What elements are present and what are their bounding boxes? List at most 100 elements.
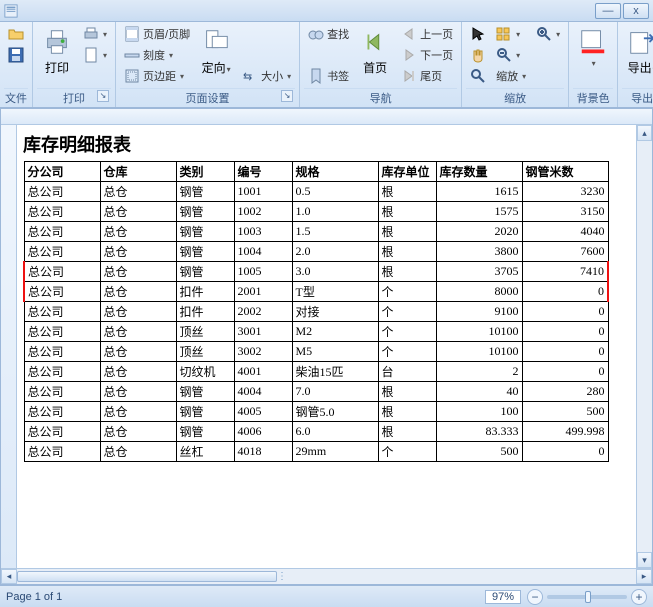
scale-button[interactable]: 刻度▾: [120, 45, 194, 65]
horizontal-scrollbar[interactable]: ◂ ⋮ ▸: [1, 568, 652, 584]
cell: 4005: [234, 402, 292, 422]
col-header: 仓库: [100, 162, 176, 182]
zoom-dropdown[interactable]: 缩放▾: [492, 66, 530, 86]
scroll-left-icon[interactable]: ◂: [1, 569, 17, 584]
cell: 总仓: [100, 282, 176, 302]
zoom-out-button[interactable]: ▾: [492, 45, 530, 65]
minimize-button[interactable]: —: [595, 3, 621, 19]
pointer-icon: [470, 26, 486, 42]
cell: 4004: [234, 382, 292, 402]
magnifier-icon: [470, 68, 486, 84]
cell: 根: [378, 422, 436, 442]
close-button[interactable]: x: [623, 3, 649, 19]
cell: 499.998: [522, 422, 608, 442]
scroll-right-icon[interactable]: ▸: [636, 569, 652, 584]
group-pagesetup: 页眉/页脚 刻度▾ 页边距▾ 定向▾ x x ⇆大小▾ 页面设置↘: [116, 22, 300, 107]
cell: 个: [378, 282, 436, 302]
cell: 总公司: [24, 222, 100, 242]
bgcolor-button[interactable]: ▾: [573, 24, 613, 71]
export-button[interactable]: 导出▾: [622, 24, 653, 79]
zoom-slider[interactable]: [547, 595, 627, 599]
size-icon: ⇆: [242, 68, 258, 84]
cell: 7600: [522, 242, 608, 262]
orientation-button[interactable]: 定向▾: [196, 24, 236, 79]
cell: 总公司: [24, 242, 100, 262]
cell: 对接: [292, 302, 378, 322]
dialog-launcher[interactable]: ↘: [281, 90, 293, 102]
print-opts-button[interactable]: ▾: [79, 45, 111, 65]
cell: 总公司: [24, 342, 100, 362]
orientation-icon: [201, 27, 231, 57]
cell: 4040: [522, 222, 608, 242]
table-row: 总公司总仓顶丝3002M5个101000: [24, 342, 608, 362]
first-page-button[interactable]: 首页: [355, 24, 395, 79]
group-export-label: 导出: [631, 93, 653, 105]
group-zoom-label: 缩放: [504, 93, 526, 105]
magnifier-tool-button[interactable]: [466, 66, 490, 86]
cell: 总仓: [100, 362, 176, 382]
cell: 钢管: [176, 402, 234, 422]
group-print-label: 打印: [63, 93, 85, 105]
table-row: 总公司总仓扣件2001T型个80000: [24, 282, 608, 302]
titlebar: — x: [0, 0, 653, 22]
open-button[interactable]: [4, 24, 28, 44]
vertical-scrollbar[interactable]: ▴ ▾: [636, 125, 652, 568]
many-pages-button[interactable]: ▾: [492, 24, 530, 44]
scroll-down-icon[interactable]: ▾: [637, 552, 652, 568]
cell: 钢管: [176, 382, 234, 402]
cell: 2020: [436, 222, 522, 242]
cell: 7410: [522, 262, 608, 282]
zoom-slider-thumb[interactable]: [585, 591, 591, 603]
cell: 根: [378, 382, 436, 402]
cell: 总公司: [24, 362, 100, 382]
cell: 顶丝: [176, 342, 234, 362]
next-page-button[interactable]: 下一页: [397, 45, 457, 65]
cell: 500: [436, 442, 522, 462]
cell: 总仓: [100, 442, 176, 462]
pointer-tool-button[interactable]: [466, 24, 490, 44]
save-button[interactable]: [4, 45, 28, 65]
cell: 500: [522, 402, 608, 422]
cell: 总公司: [24, 302, 100, 322]
ruler-left: [1, 125, 17, 568]
document-viewport[interactable]: 库存明细报表 分公司仓库类别编号规格库存单位库存数量钢管米数总公司总仓钢管100…: [17, 125, 636, 568]
quick-print-button[interactable]: ▾: [79, 24, 111, 44]
cell: 钢管: [176, 422, 234, 442]
margin-button[interactable]: 页边距▾: [120, 66, 194, 86]
export-icon: [627, 27, 653, 57]
scroll-up-icon[interactable]: ▴: [637, 125, 652, 141]
cell: 0: [522, 282, 608, 302]
size-button[interactable]: ⇆大小▾: [238, 66, 295, 86]
cell: 钢管: [176, 202, 234, 222]
print-button[interactable]: 打印: [37, 24, 77, 79]
last-page-button[interactable]: 尾页: [397, 66, 457, 86]
hand-tool-button[interactable]: [466, 45, 490, 65]
zoom-minus-button[interactable]: −: [527, 589, 543, 605]
zoom-plus-button[interactable]: +: [631, 589, 647, 605]
find-button[interactable]: 查找: [304, 24, 353, 44]
scroll-thumb[interactable]: [17, 571, 277, 582]
zoom-in-icon: [536, 26, 552, 42]
cell: 总公司: [24, 202, 100, 222]
printer-small-icon: [83, 26, 99, 42]
cell: 总仓: [100, 422, 176, 442]
app-icon: [4, 4, 18, 18]
table-row: 总公司总仓钢管10042.0根38007600: [24, 242, 608, 262]
cell: 总仓: [100, 262, 176, 282]
prev-page-button[interactable]: 上一页: [397, 24, 457, 44]
cell: 钢管: [176, 222, 234, 242]
group-pagesetup-label: 页面设置: [186, 93, 230, 105]
header-footer-button[interactable]: 页眉/页脚: [120, 24, 194, 44]
multi-page-icon: [496, 26, 512, 42]
cell: 根: [378, 202, 436, 222]
bookmark-button[interactable]: 书签: [304, 66, 353, 86]
cell: 1003: [234, 222, 292, 242]
cell: M5: [292, 342, 378, 362]
cell: 100: [436, 402, 522, 422]
zoom-in-button[interactable]: ▾: [532, 24, 564, 44]
cell: 0.5: [292, 182, 378, 202]
dialog-launcher[interactable]: ↘: [97, 90, 109, 102]
zoom-level[interactable]: 97%: [485, 590, 521, 604]
binoculars-icon: [308, 26, 324, 42]
scale-icon: [124, 47, 140, 63]
